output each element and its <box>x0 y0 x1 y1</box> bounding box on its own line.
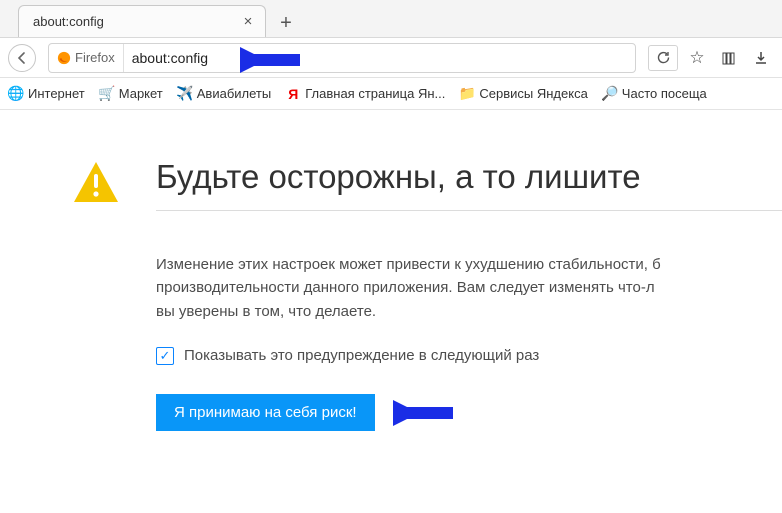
tab-active[interactable]: about:config × <box>18 5 266 37</box>
bookmark-item[interactable]: ✈️ Авиабилеты <box>177 86 271 102</box>
bookmark-label: Интернет <box>28 86 85 101</box>
cart-icon: 🛒 <box>99 86 115 102</box>
reload-button[interactable] <box>648 45 678 71</box>
search-icon: 🔎 <box>602 86 618 102</box>
bookmark-label: Часто посеща <box>622 86 707 101</box>
show-warning-checkbox[interactable]: ✓ <box>156 347 174 365</box>
bookmark-item[interactable]: 🛒 Маркет <box>99 86 163 102</box>
download-icon[interactable] <box>748 45 774 71</box>
warning-text-line: вы уверены в том, что делаете. <box>156 303 376 320</box>
back-button[interactable] <box>8 44 36 72</box>
warning-text-line: производительности данного приложения. В… <box>156 279 655 296</box>
new-tab-button[interactable]: + <box>272 9 300 37</box>
accept-risk-button[interactable]: Я принимаю на себя риск! <box>156 394 375 431</box>
bookmark-label: Главная страница Ян... <box>305 86 445 101</box>
bookmark-label: Авиабилеты <box>197 86 271 101</box>
warning-text-line: Изменение этих настроек может привести к… <box>156 256 661 273</box>
url-bar[interactable]: Firefox about:config <box>48 43 636 73</box>
warning-body: Изменение этих настроек может привести к… <box>156 253 782 323</box>
bookmark-label: Сервисы Яндекса <box>479 86 587 101</box>
library-icon[interactable] <box>716 45 742 71</box>
annotation-arrow-button <box>393 393 463 433</box>
bookmark-label: Маркет <box>119 86 163 101</box>
identity-box[interactable]: Firefox <box>49 44 124 72</box>
nav-toolbar: Firefox about:config ☆ <box>0 38 782 78</box>
firefox-icon <box>57 51 71 65</box>
folder-icon: 📁 <box>459 86 475 102</box>
bookmarks-bar: 🌐 Интернет 🛒 Маркет ✈️ Авиабилеты Я Главная … <box>0 78 782 110</box>
bookmark-item[interactable]: 🌐 Интернет <box>8 86 85 102</box>
bookmark-item[interactable]: 📁 Сервисы Яндекса <box>459 86 587 102</box>
tab-strip: about:config × + <box>0 0 782 38</box>
about-config-warning: Будьте осторожны, а то лишите Изменение … <box>0 110 782 433</box>
yandex-icon: Я <box>285 86 301 102</box>
identity-label: Firefox <box>75 50 115 65</box>
plane-icon: ✈️ <box>177 86 193 102</box>
warning-icon <box>72 158 120 206</box>
globe-icon: 🌐 <box>8 86 24 102</box>
checkbox-label: Показывать это предупреждение в следующи… <box>184 347 539 364</box>
warning-title: Будьте осторожны, а то лишите <box>156 158 782 196</box>
tab-title: about:config <box>33 14 104 29</box>
close-icon[interactable]: × <box>239 13 257 31</box>
bookmark-item[interactable]: Я Главная страница Ян... <box>285 86 445 102</box>
divider <box>156 210 782 211</box>
bookmark-item[interactable]: 🔎 Часто посеща <box>602 86 707 102</box>
url-text: about:config <box>124 50 635 66</box>
bookmark-star-icon[interactable]: ☆ <box>684 45 710 71</box>
